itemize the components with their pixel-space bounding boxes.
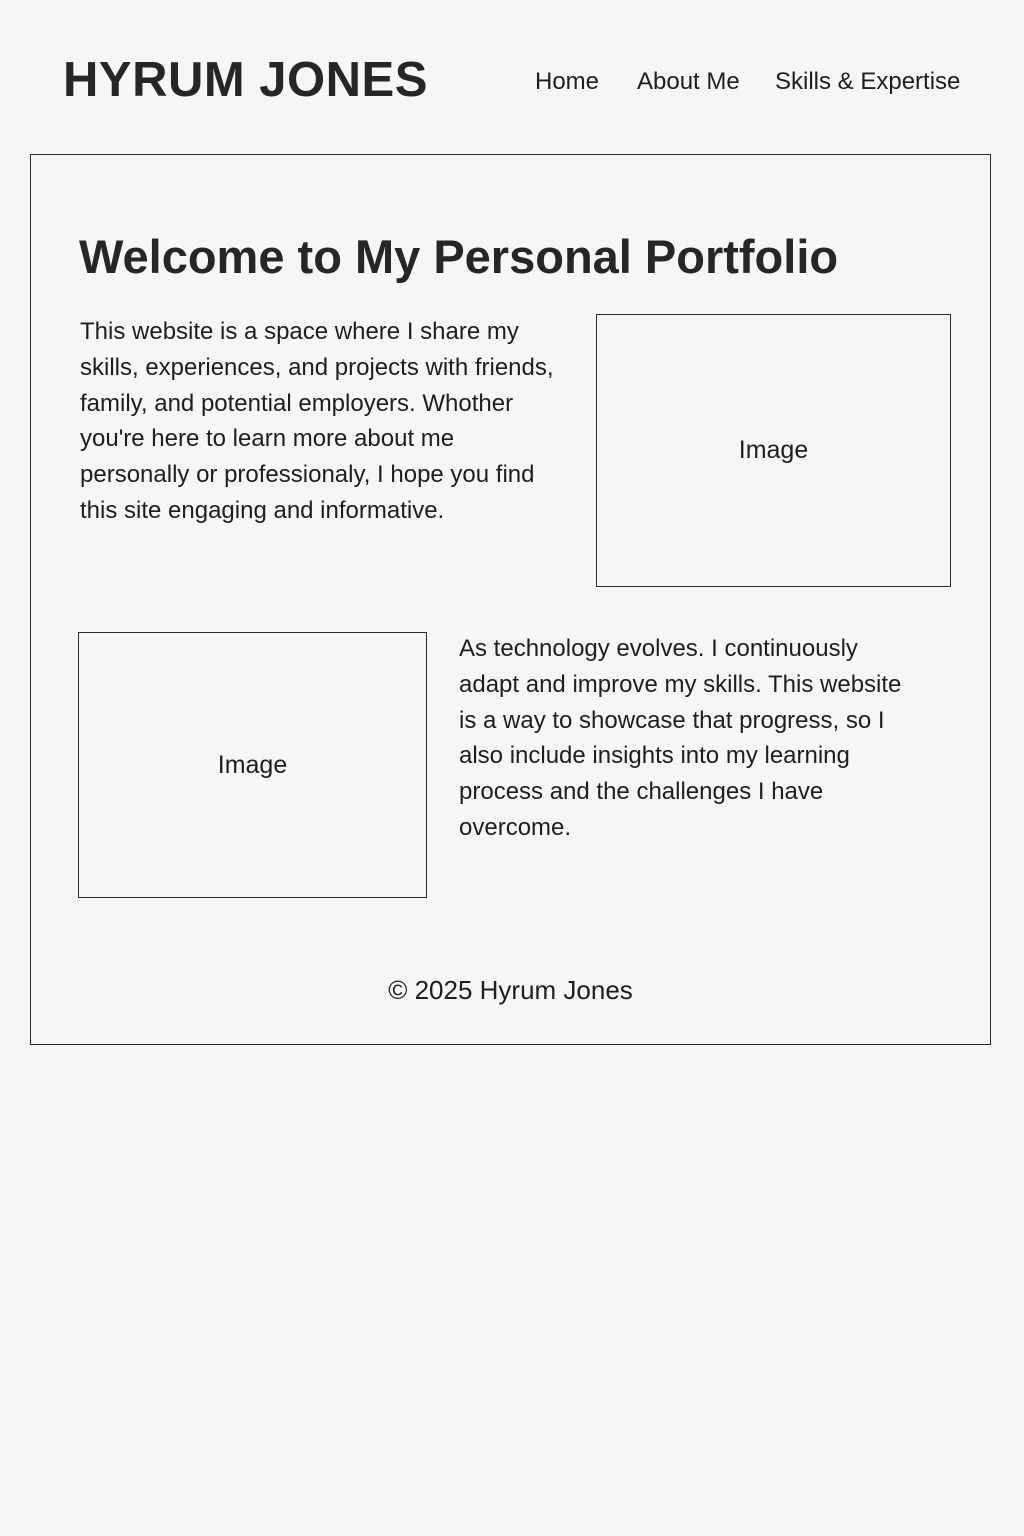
growth-paragraph: As technology evolves. I continuously ad… bbox=[459, 635, 902, 841]
nav-link-skills-expertise[interactable]: Skills & Expertise bbox=[775, 64, 960, 100]
footer-copyright: © 2025 Hyrum Jones bbox=[388, 975, 633, 1005]
page-heading: Welcome to My Personal Portfolio bbox=[79, 230, 839, 283]
nav-link-about-me[interactable]: About Me bbox=[637, 64, 740, 100]
main-nav: Home About Me Skills & Expertise bbox=[0, 64, 1024, 100]
intro-paragraph: This website is a space where I share my… bbox=[80, 318, 554, 524]
image-placeholder-label: Image bbox=[217, 750, 288, 779]
image-placeholder-left: Image bbox=[78, 632, 427, 898]
image-placeholder-label: Image bbox=[738, 436, 809, 464]
nav-link-home[interactable]: Home bbox=[535, 64, 599, 100]
image-placeholder-top-right: Image bbox=[596, 314, 951, 587]
